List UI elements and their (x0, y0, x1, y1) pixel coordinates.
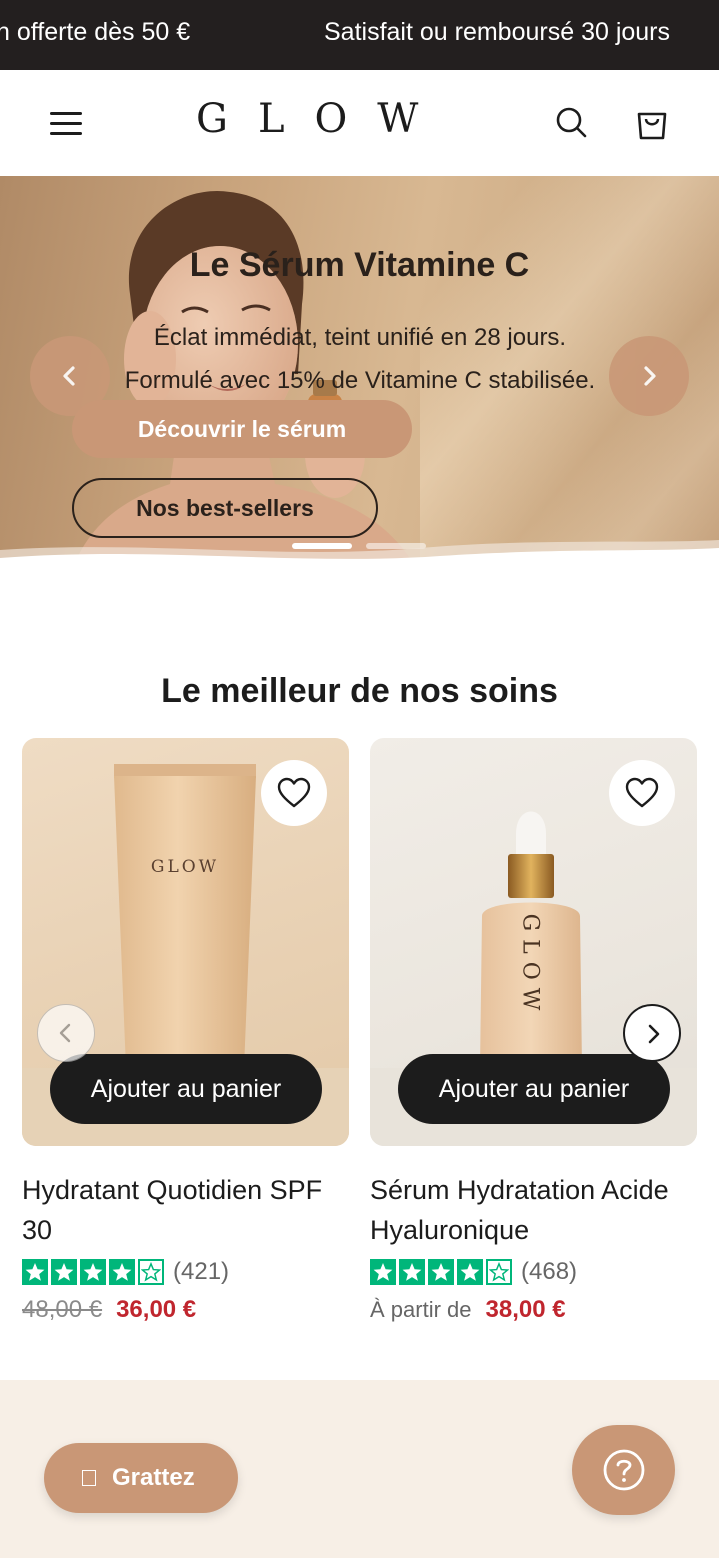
product-rating: (421) (22, 1258, 349, 1286)
ticket-icon (82, 1470, 96, 1486)
scratch-game-label: Grattez (112, 1464, 195, 1491)
add-to-cart-button[interactable]: Ajouter au panier (398, 1054, 670, 1124)
price-prefix: À partir de (370, 1297, 472, 1322)
star-icon (428, 1259, 454, 1285)
scratch-game-button[interactable]: Grattez (44, 1443, 238, 1513)
discover-serum-button[interactable]: Découvrir le sérum (72, 400, 412, 458)
heart-icon (625, 777, 659, 808)
add-to-cart-button[interactable]: Ajouter au panier (50, 1054, 322, 1124)
star-icon (457, 1259, 483, 1285)
product-name[interactable]: Hydratant Quotidien SPF 30 (22, 1170, 349, 1250)
star-icon (51, 1259, 77, 1285)
carousel-next-button[interactable] (623, 1004, 681, 1062)
sale-price: 36,00 € (116, 1296, 197, 1323)
wishlist-button[interactable] (261, 760, 327, 826)
footer-wave-divider (0, 1383, 719, 1410)
hero-wave-divider (0, 540, 719, 576)
tube-brand-text: GLOW (151, 857, 219, 877)
hero-next-button[interactable] (609, 336, 689, 416)
product-rating: (468) (370, 1258, 697, 1286)
star-icon (399, 1259, 425, 1285)
question-icon (603, 1449, 645, 1491)
star-icon (109, 1259, 135, 1285)
hero-title: Le Sérum Vitamine C (189, 246, 530, 284)
product-image[interactable]: GLOW Ajouter au panier (22, 738, 349, 1146)
announcement-bar: n offerte dès 50 € Satisfait ou rembours… (0, 0, 719, 70)
hero-banner: Le Sérum Vitamine C Éclat immédiat, tein… (0, 176, 719, 576)
wishlist-button[interactable] (609, 760, 675, 826)
star-icon (80, 1259, 106, 1285)
chevron-left-icon (59, 1023, 71, 1043)
hero-subtitle: Éclat immédiat, teint unifié en 28 jours… (40, 316, 680, 402)
product-name[interactable]: Sérum Hydratation Acide Hyaluronique (370, 1170, 697, 1250)
announcement-message: n offerte dès 50 € (0, 18, 191, 46)
search-icon[interactable] (551, 102, 591, 142)
logo[interactable]: GLOW (196, 96, 446, 142)
hero-subtitle-line: Formulé avec 15% de Vitamine C stabilisé… (124, 367, 596, 394)
chevron-right-icon (648, 1024, 660, 1044)
product-image[interactable]: GLOW Ajouter au panier (370, 738, 697, 1146)
product-price: 48,00 € 36,00 € (22, 1296, 349, 1324)
star-outline-icon (486, 1259, 512, 1285)
star-icon (370, 1259, 396, 1285)
old-price: 48,00 € (22, 1296, 103, 1323)
hero-subtitle-line: Éclat immédiat, teint unifié en 28 jours… (153, 324, 567, 351)
sale-price: 38,00 € (485, 1296, 566, 1323)
announcement-message: Satisfait ou remboursé 30 jours (324, 18, 671, 46)
chevron-right-icon (644, 366, 656, 386)
heart-icon (277, 777, 311, 808)
site-header: GLOW (0, 70, 719, 176)
chevron-left-icon (63, 366, 75, 386)
carousel-prev-button[interactable] (37, 1004, 95, 1062)
star-outline-icon (138, 1259, 164, 1285)
menu-icon[interactable] (48, 108, 86, 138)
star-icon (22, 1259, 48, 1285)
product-price: À partir de 38,00 € (370, 1296, 697, 1324)
section-title: Le meilleur de nos soins (161, 672, 558, 710)
rating-count: (421) (173, 1258, 230, 1285)
bottle-brand-text: GLOW (518, 914, 543, 1019)
cart-icon[interactable] (632, 102, 672, 142)
help-button[interactable] (572, 1425, 675, 1515)
best-sellers-button[interactable]: Nos best-sellers (72, 478, 378, 538)
rating-count: (468) (521, 1258, 578, 1285)
